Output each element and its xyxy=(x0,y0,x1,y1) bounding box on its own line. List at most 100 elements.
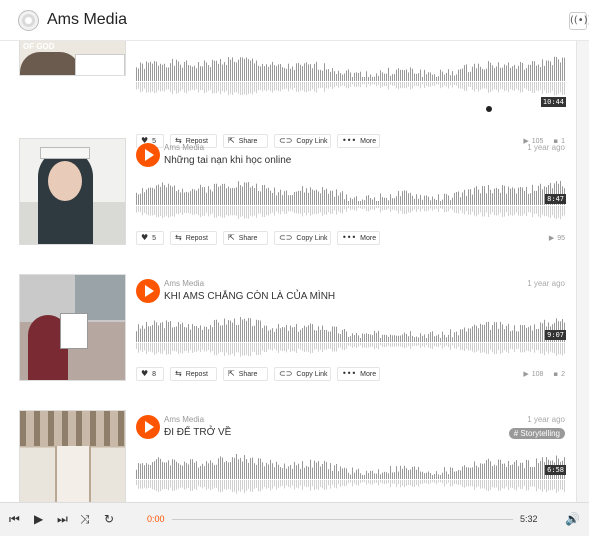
play-button[interactable] xyxy=(136,279,160,303)
waveform-reflection-bar xyxy=(292,82,293,90)
logo-icon[interactable] xyxy=(18,10,39,31)
feed-scrollbar[interactable] xyxy=(576,41,589,502)
play-icon[interactable]: ▶ xyxy=(34,512,43,526)
waveform-reflection-bar xyxy=(234,206,235,216)
waveform-reflection-bar xyxy=(470,343,471,351)
repost-button[interactable]: ⇆ Repost xyxy=(170,367,217,381)
track-artwork[interactable] xyxy=(19,138,126,245)
waveform-reflection-bar xyxy=(488,480,489,492)
waveform-bar xyxy=(334,196,335,205)
track-uploader[interactable]: Ams Media xyxy=(164,415,204,424)
waveform-bar xyxy=(496,322,497,342)
waveform[interactable] xyxy=(136,449,566,497)
share-button[interactable]: ⇱ Share xyxy=(223,231,268,245)
waveform-reflection-bar xyxy=(384,343,385,347)
waveform-reflection-bar xyxy=(490,480,491,490)
waveform-bar xyxy=(394,74,395,81)
track-uploader[interactable]: Ams Media xyxy=(164,143,204,152)
waveform-bar xyxy=(324,190,325,205)
copy-link-button[interactable]: ⊂⊃ Copy Link xyxy=(274,231,331,245)
waveform-bar xyxy=(190,329,191,342)
waveform-bar xyxy=(448,195,449,205)
next-icon[interactable]: ⏭ xyxy=(57,512,68,526)
repost-button[interactable]: ⇆ Repost xyxy=(170,231,217,245)
waveform-reflection-bar xyxy=(502,82,503,90)
waveform-bar xyxy=(338,70,339,81)
waveform[interactable] xyxy=(136,51,566,99)
shuffle-icon[interactable]: ⤨ xyxy=(80,512,90,526)
waveform-bar xyxy=(266,188,267,205)
waveform-reflection-bar xyxy=(258,480,259,492)
waveform-reflection-bar xyxy=(308,343,309,353)
waveform-bar xyxy=(248,462,249,479)
waveform-bar xyxy=(300,64,301,81)
waveform-reflection-bar xyxy=(344,206,345,210)
progress-bar[interactable] xyxy=(172,519,513,520)
waveform-bar xyxy=(392,472,393,479)
like-button[interactable]: ♥ 8 xyxy=(136,367,164,381)
track-artwork[interactable] xyxy=(19,410,126,502)
waveform-bar xyxy=(304,192,305,205)
waveform[interactable] xyxy=(136,175,566,223)
waveform-seek-dot[interactable] xyxy=(486,106,492,112)
waveform-bar xyxy=(192,324,193,342)
waveform-reflection-bar xyxy=(522,343,523,353)
track-title[interactable]: Những tai nạn khi học online xyxy=(164,155,291,166)
previous-icon[interactable]: ⏮ xyxy=(9,512,20,526)
waveform-reflection-bar xyxy=(506,480,507,487)
copy-link-button[interactable]: ⊂⊃ Copy Link xyxy=(274,367,331,381)
waveform-reflection-bar xyxy=(276,82,277,91)
waveform-reflection-bar xyxy=(548,343,549,354)
track-artwork[interactable]: OF GOD xyxy=(19,41,126,76)
play-button[interactable] xyxy=(136,415,160,439)
like-button[interactable]: ♥ 5 xyxy=(136,231,164,245)
waveform-reflection-bar xyxy=(290,343,291,353)
play-button[interactable] xyxy=(136,143,160,167)
waveform-bar xyxy=(142,325,143,342)
waveform-reflection-bar xyxy=(438,206,439,212)
more-button[interactable]: ••• More xyxy=(337,367,380,381)
waveform-reflection-bar xyxy=(352,480,353,487)
waveform-bar xyxy=(472,66,473,81)
more-button[interactable]: ••• More xyxy=(337,134,380,148)
waveform-bar xyxy=(384,334,385,342)
waveform-bar xyxy=(186,463,187,479)
waveform-reflection-bar xyxy=(510,206,511,216)
waveform-reflection-bar xyxy=(138,206,139,212)
waveform-bar xyxy=(382,72,383,81)
track-title[interactable]: ĐI ĐỂ TRỞ VỀ xyxy=(164,427,231,438)
waveform-bar xyxy=(394,335,395,342)
copy-link-button[interactable]: ⊂⊃ Copy Link xyxy=(274,134,331,148)
waveform-reflection-bar xyxy=(306,206,307,216)
repeat-icon[interactable]: ↻ xyxy=(104,512,114,526)
waveform-bar xyxy=(420,194,421,205)
track-title[interactable]: KHI AMS CHẲNG CÒN LÀ CỦA MÌNH xyxy=(164,291,335,302)
waveform-bar xyxy=(366,71,367,81)
waveform-reflection-bar xyxy=(490,206,491,215)
share-button[interactable]: ⇱ Share xyxy=(223,134,268,148)
waveform-bar xyxy=(486,68,487,81)
genre-tag[interactable]: # Storytelling xyxy=(508,428,565,439)
share-button[interactable]: ⇱ Share xyxy=(223,367,268,381)
volume-icon[interactable]: 🔊 xyxy=(565,512,580,526)
waveform-bar xyxy=(178,463,179,479)
more-button[interactable]: ••• More xyxy=(337,231,380,245)
waveform[interactable] xyxy=(136,312,566,360)
track-uploader[interactable]: Ams Media xyxy=(164,279,204,288)
waveform-reflection-bar xyxy=(282,480,283,486)
waveform-bar xyxy=(548,60,549,81)
waveform-reflection-bar xyxy=(170,343,171,355)
waveform-reflection-bar xyxy=(264,82,265,91)
waveform-bar xyxy=(520,62,521,81)
waveform-reflection-bar xyxy=(504,480,505,489)
waveform-reflection-bar xyxy=(296,343,297,353)
artist-title[interactable]: Ams Media xyxy=(47,11,127,29)
waveform-bar xyxy=(432,74,433,81)
waveform-reflection-bar xyxy=(564,480,565,493)
waveform-reflection-bar xyxy=(174,206,175,217)
waveform-bar xyxy=(312,68,313,81)
broadcast-icon[interactable]: ((•)) xyxy=(569,12,589,30)
track-artwork[interactable] xyxy=(19,274,126,381)
waveform-reflection-bar xyxy=(440,480,441,483)
waveform-reflection-bar xyxy=(352,206,353,210)
